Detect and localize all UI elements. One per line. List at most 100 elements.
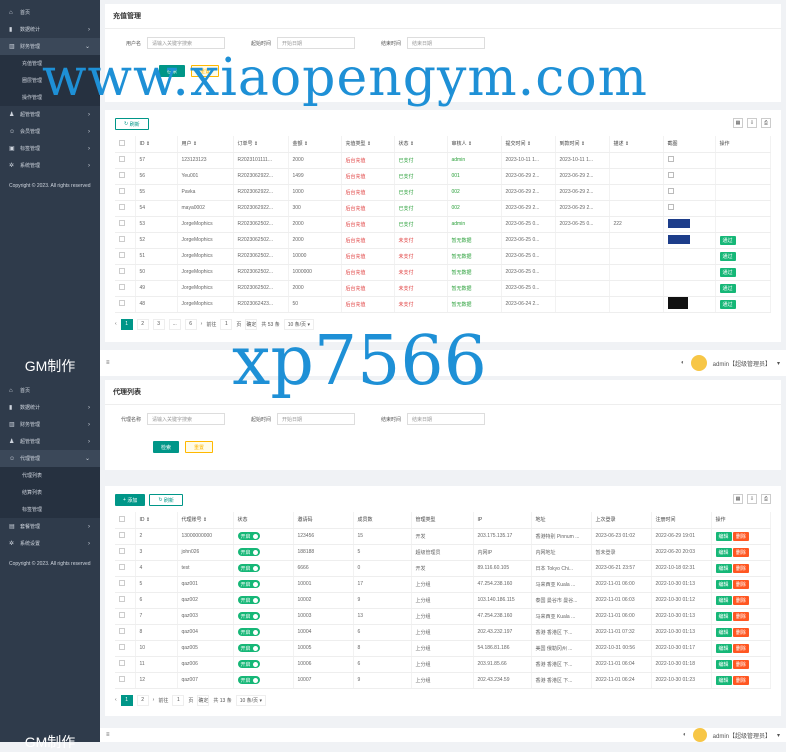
delete-button[interactable]: 删除 — [732, 627, 749, 637]
edit-button[interactable]: 编辑 — [715, 643, 732, 653]
edit-button[interactable]: 编辑 — [715, 563, 732, 573]
row-checkbox[interactable] — [119, 580, 125, 586]
column-header[interactable]: 充值类型 ⇕ — [341, 136, 395, 153]
search-button[interactable]: 检索 — [153, 441, 180, 453]
column-header[interactable]: 操作 — [715, 136, 771, 153]
row-checkbox[interactable] — [119, 628, 125, 634]
page-input[interactable]: 1 — [172, 694, 185, 706]
approve-button[interactable]: 通过 — [719, 235, 736, 245]
column-header[interactable]: 审核人 ⇕ — [447, 136, 502, 153]
page-number[interactable]: 1 — [120, 694, 133, 706]
edit-button[interactable]: 编辑 — [715, 547, 732, 557]
row-checkbox[interactable] — [119, 660, 125, 666]
row-checkbox[interactable] — [119, 268, 125, 274]
delete-button[interactable]: 删除 — [732, 659, 749, 669]
delete-button[interactable]: 删除 — [732, 675, 749, 685]
row-checkbox[interactable] — [119, 188, 125, 194]
screenshot-image[interactable] — [667, 234, 690, 244]
approve-button[interactable]: 通过 — [719, 299, 736, 309]
status-toggle[interactable]: 开启 — [237, 660, 260, 668]
nav-agent-list[interactable]: 代理列表 — [0, 467, 100, 484]
image-icon[interactable] — [667, 204, 674, 210]
theme-icon[interactable]: ◐ — [681, 360, 685, 366]
user-menu[interactable]: admin【超级管理员】 — [713, 359, 771, 368]
status-toggle[interactable]: 开启 — [237, 564, 260, 572]
column-header[interactable]: ID ⇕ — [135, 136, 178, 153]
row-checkbox[interactable] — [119, 596, 125, 602]
screenshot-image[interactable] — [667, 218, 690, 228]
refresh-button[interactable]: ↻ 刷新 — [115, 118, 149, 130]
approve-button[interactable]: 通过 — [719, 283, 736, 293]
nav-member[interactable]: ☺ 会员管理 › — [0, 123, 100, 140]
column-header[interactable]: 用户 ⇕ — [177, 136, 234, 153]
nav-finance[interactable]: ▥ 财务管理 › — [0, 416, 100, 433]
page-number[interactable]: 2 — [136, 694, 149, 706]
image-icon[interactable] — [667, 172, 674, 178]
nav-tags-sub[interactable]: 标签管理 — [0, 501, 100, 518]
agent-name-input[interactable]: 请输入关键字搜索 — [147, 413, 225, 425]
delete-button[interactable]: 删除 — [732, 531, 749, 541]
print-icon[interactable]: ⎙ — [761, 494, 771, 504]
status-toggle[interactable]: 开启 — [237, 644, 260, 652]
row-checkbox[interactable] — [119, 564, 125, 570]
export-icon[interactable]: ⇩ — [747, 118, 757, 128]
confirm-button[interactable]: 确定 — [245, 318, 258, 330]
status-toggle[interactable]: 开启 — [237, 628, 260, 636]
next-page-icon[interactable]: › — [201, 321, 203, 327]
nav-stats[interactable]: ▮ 数据统计 › — [0, 21, 100, 38]
column-header[interactable]: 代理账号 ⇕ — [177, 512, 234, 529]
start-date-input[interactable]: 开始日期 — [277, 413, 355, 425]
nav-tags[interactable]: ▣ 标签管理 › — [0, 140, 100, 157]
end-date-input[interactable]: 结束日期 — [407, 413, 485, 425]
row-checkbox[interactable] — [119, 676, 125, 682]
row-checkbox[interactable] — [119, 252, 125, 258]
page-number[interactable]: 1 — [120, 318, 133, 330]
column-header[interactable]: 状态 ⇕ — [394, 136, 448, 153]
status-toggle[interactable]: 开启 — [237, 532, 260, 540]
export-icon[interactable]: ⇩ — [747, 494, 757, 504]
approve-button[interactable]: 通过 — [719, 267, 736, 277]
row-checkbox[interactable] — [119, 644, 125, 650]
column-header[interactable]: ID ⇕ — [135, 512, 178, 529]
edit-button[interactable]: 编辑 — [715, 579, 732, 589]
page-size-select[interactable]: 10 条/页 ▾ — [235, 694, 266, 706]
delete-button[interactable]: 删除 — [732, 611, 749, 621]
columns-icon[interactable]: ▦ — [733, 494, 743, 504]
nav-system[interactable]: ✲ 系统管理 › — [0, 157, 100, 174]
delete-button[interactable]: 删除 — [732, 643, 749, 653]
columns-icon[interactable]: ▦ — [733, 118, 743, 128]
page-number[interactable]: 3 — [152, 318, 165, 330]
edit-button[interactable]: 编辑 — [715, 675, 732, 685]
delete-button[interactable]: 删除 — [732, 595, 749, 605]
edit-button[interactable]: 编辑 — [715, 627, 732, 637]
column-header[interactable]: 注册时间 — [651, 512, 712, 529]
nav-audit[interactable]: ♟ 超管管理 › — [0, 433, 100, 450]
prev-page-icon[interactable]: ‹ — [115, 321, 117, 327]
end-date-input[interactable]: 结束日期 — [407, 37, 485, 49]
row-checkbox[interactable] — [119, 172, 125, 178]
avatar[interactable] — [692, 728, 707, 742]
column-header[interactable]: 金额 ⇕ — [288, 136, 342, 153]
column-header[interactable]: 截图 — [663, 136, 716, 153]
column-header[interactable]: 操作 — [711, 512, 771, 529]
status-toggle[interactable]: 开启 — [237, 676, 260, 684]
select-all-checkbox[interactable] — [119, 515, 125, 522]
user-menu[interactable]: admin【超级管理员】 — [713, 731, 771, 740]
start-date-input[interactable]: 开始日期 — [277, 37, 355, 49]
column-header[interactable]: 成员数 — [353, 512, 412, 529]
nav-home[interactable]: ⌂ 首页 — [0, 4, 100, 21]
nav-settle[interactable]: 结算列表 — [0, 484, 100, 501]
prev-page-icon[interactable]: ‹ — [115, 697, 117, 703]
edit-button[interactable]: 编辑 — [715, 531, 732, 541]
reset-button[interactable]: 重置 — [191, 65, 220, 77]
delete-button[interactable]: 删除 — [732, 547, 749, 557]
page-number[interactable]: 2 — [136, 318, 149, 330]
delete-button[interactable]: 删除 — [732, 563, 749, 573]
row-checkbox[interactable] — [119, 284, 125, 290]
status-toggle[interactable]: 开启 — [237, 596, 260, 604]
column-header[interactable]: 上次登录 — [591, 512, 652, 529]
reset-button[interactable]: 重置 — [185, 441, 214, 453]
screenshot-image[interactable] — [667, 297, 688, 309]
column-header[interactable]: 管理类型 — [411, 512, 474, 529]
nav-stats[interactable]: ▮ 数据统计 › — [0, 399, 100, 416]
